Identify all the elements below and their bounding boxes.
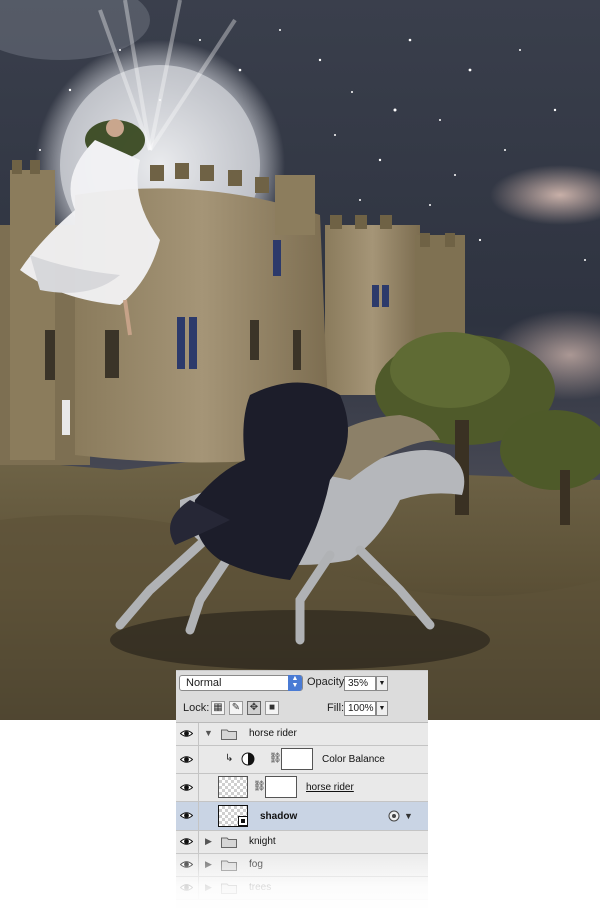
- layer-name: knight: [249, 836, 276, 847]
- lock-image-pixels-icon[interactable]: ✎: [229, 701, 243, 715]
- expand-triangle-icon[interactable]: ▶: [205, 882, 212, 893]
- visibility-toggle[interactable]: [176, 723, 199, 745]
- smart-object-icon: [238, 816, 248, 826]
- layer-mask-thumbnail[interactable]: [265, 776, 297, 798]
- eye-icon: [180, 756, 193, 763]
- fill-label: Fill:: [327, 702, 345, 714]
- opacity-input[interactable]: 35%: [344, 676, 376, 691]
- blend-mode-select[interactable]: Normal ▲ ▼: [179, 675, 303, 691]
- eye-icon: [180, 812, 193, 819]
- layer-name: horse rider: [249, 728, 297, 739]
- chevron-down-icon[interactable]: ▼: [404, 811, 413, 821]
- lock-label: Lock:: [183, 702, 210, 714]
- eye-icon: [180, 861, 193, 868]
- expand-triangle-icon[interactable]: ▼: [204, 728, 213, 738]
- adjustment-layer-icon: [241, 752, 255, 766]
- visibility-toggle[interactable]: [176, 774, 199, 801]
- opacity-label: Opacity:: [307, 676, 348, 688]
- fill-input[interactable]: 100%: [344, 701, 376, 716]
- opacity-dropdown-icon[interactable]: ▼: [376, 676, 388, 691]
- layer-name: Color Balance: [322, 754, 385, 765]
- fill-dropdown-icon[interactable]: ▼: [376, 701, 388, 716]
- eye-icon: [180, 838, 193, 845]
- layer-name: trees: [249, 882, 272, 893]
- layer-thumbnail[interactable]: [218, 776, 248, 798]
- lock-options-row: Lock: ▦ ✎ ✥ ■ Fill: 100% ▼: [176, 696, 428, 723]
- visibility-toggle[interactable]: [176, 877, 199, 899]
- eye-icon: [180, 884, 193, 891]
- expand-triangle-icon[interactable]: ▶: [205, 836, 212, 847]
- layer-effects-icon[interactable]: [388, 810, 400, 822]
- blend-mode-stepper-icon[interactable]: ▲ ▼: [288, 675, 302, 691]
- folder-icon: [221, 860, 237, 871]
- folder-icon: [221, 883, 237, 894]
- visibility-toggle[interactable]: [176, 831, 199, 853]
- layer-name: shadow: [260, 811, 298, 822]
- layer-row-shadow[interactable]: shadow ▼: [176, 802, 428, 831]
- link-chain-icon[interactable]: ⛓: [253, 781, 266, 792]
- lock-position-icon[interactable]: ✥: [247, 701, 261, 715]
- eye-icon: [180, 730, 193, 737]
- layer-row-horse-rider[interactable]: ⛓ horse rider: [176, 774, 428, 802]
- layer-row-group-knight[interactable]: ▶ knight: [176, 831, 428, 854]
- layer-row-group-horse-rider[interactable]: ▼ horse rider: [176, 723, 428, 746]
- eye-icon: [180, 784, 193, 791]
- blend-options-row: Normal ▲ ▼ Opacity: 35% ▼: [176, 670, 428, 698]
- layer-name: horse rider: [306, 782, 354, 793]
- canvas-artwork: [0, 0, 600, 720]
- layer-row-color-balance[interactable]: ↳ ⛓ Color Balance: [176, 746, 428, 774]
- folder-icon: [221, 729, 237, 740]
- visibility-toggle[interactable]: [176, 854, 199, 876]
- layer-name: fog: [249, 859, 263, 870]
- clipping-arrow-icon: ↳: [225, 753, 234, 764]
- lock-transparency-icon[interactable]: ▦: [211, 701, 225, 715]
- lock-all-icon[interactable]: ■: [265, 701, 279, 715]
- layer-row-group-fog[interactable]: ▶ fog: [176, 854, 428, 877]
- visibility-toggle[interactable]: [176, 746, 199, 773]
- visibility-toggle[interactable]: [176, 802, 199, 830]
- folder-icon: [221, 837, 237, 848]
- link-chain-icon[interactable]: ⛓: [269, 753, 282, 764]
- layer-row-group-trees[interactable]: ▶ trees: [176, 877, 428, 900]
- blend-mode-value: Normal: [186, 677, 222, 689]
- layer-mask-thumbnail[interactable]: [281, 748, 313, 770]
- layers-panel: Normal ▲ ▼ Opacity: 35% ▼ Lock: ▦ ✎ ✥ ■ F…: [176, 670, 428, 911]
- expand-triangle-icon[interactable]: ▶: [205, 859, 212, 870]
